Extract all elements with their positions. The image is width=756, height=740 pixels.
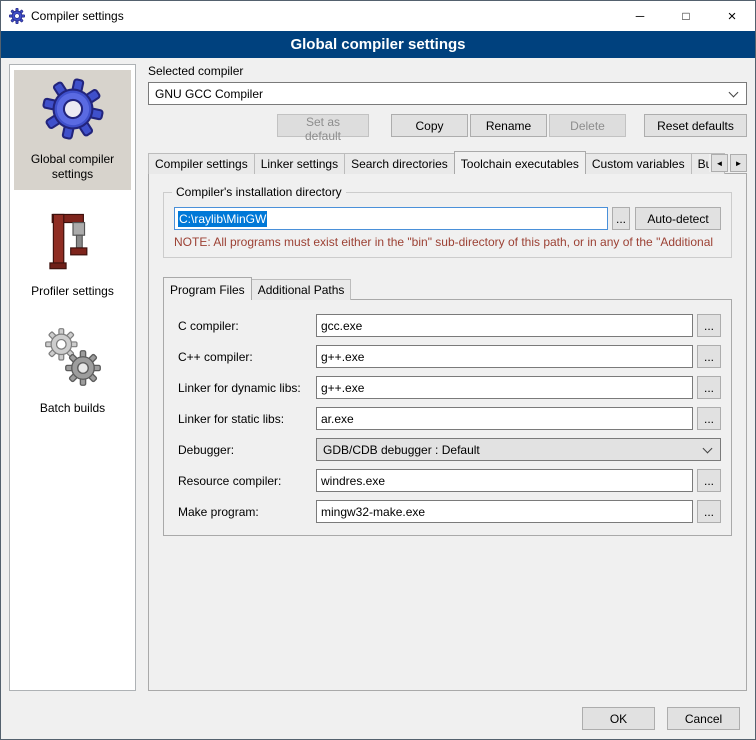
installation-directory-browse-button[interactable]: ... xyxy=(612,207,630,230)
tab-linker-settings[interactable]: Linker settings xyxy=(254,153,345,174)
program-files-panel: C compiler: ... C++ compiler: ... Linker… xyxy=(163,299,732,536)
form-row: Make program: ... xyxy=(178,500,721,523)
c-compiler-browse-button[interactable]: ... xyxy=(697,314,721,337)
auto-detect-button[interactable]: Auto-detect xyxy=(635,207,721,230)
c-compiler-label: C compiler: xyxy=(178,319,316,333)
compiler-combobox[interactable]: GNU GCC Compiler xyxy=(148,82,747,105)
sidebar-item-global-compiler-settings[interactable]: Global compiler settings xyxy=(14,70,131,190)
sidebar-item-label: Global compiler settings xyxy=(16,152,129,182)
linker-static-label: Linker for static libs: xyxy=(178,412,316,426)
blue-gear-icon xyxy=(42,76,104,142)
form-row: C compiler: ... xyxy=(178,314,721,337)
cpp-compiler-browse-button[interactable]: ... xyxy=(697,345,721,368)
resource-compiler-browse-button[interactable]: ... xyxy=(697,469,721,492)
linker-static-input[interactable] xyxy=(316,407,693,430)
gray-gears-icon xyxy=(43,325,103,391)
tab-toolchain-executables[interactable]: Toolchain executables xyxy=(454,151,586,174)
maximize-button[interactable]: □ xyxy=(663,1,709,31)
selected-compiler-label: Selected compiler xyxy=(148,64,747,78)
settings-sidebar: Global compiler settings xyxy=(9,64,136,691)
cpp-compiler-label: C++ compiler: xyxy=(178,350,316,364)
linker-dynamic-input[interactable] xyxy=(316,376,693,399)
tab-scrollers: ◄ ► xyxy=(709,154,747,172)
caption-buttons: ─ □ × xyxy=(617,1,755,31)
linker-static-browse-button[interactable]: ... xyxy=(697,407,721,430)
tab-scroll-left-icon[interactable]: ◄ xyxy=(711,154,728,172)
set-as-default-button[interactable]: Set as default xyxy=(277,114,369,137)
linker-dynamic-label: Linker for dynamic libs: xyxy=(178,381,316,395)
debugger-select[interactable]: GDB/CDB debugger : Default xyxy=(316,438,721,461)
page-title: Global compiler settings xyxy=(1,31,755,58)
resource-compiler-input[interactable] xyxy=(316,469,693,492)
reset-defaults-button[interactable]: Reset defaults xyxy=(644,114,747,137)
tab-additional-paths[interactable]: Additional Paths xyxy=(251,279,352,300)
make-program-label: Make program: xyxy=(178,505,316,519)
sidebar-item-label: Batch builds xyxy=(40,401,105,416)
installation-note: NOTE: All programs must exist either in … xyxy=(174,235,721,249)
debugger-select-value: GDB/CDB debugger : Default xyxy=(323,443,480,457)
linker-dynamic-browse-button[interactable]: ... xyxy=(697,376,721,399)
compiler-buttons-row: Set as default Copy Rename Delete Reset … xyxy=(148,114,747,137)
delete-button[interactable]: Delete xyxy=(549,114,626,137)
copy-button[interactable]: Copy xyxy=(391,114,468,137)
settings-tabstrip: Compiler settings Linker settings Search… xyxy=(148,150,747,174)
minimize-button[interactable]: ─ xyxy=(617,1,663,31)
installation-directory-group-title: Compiler's installation directory xyxy=(172,185,346,199)
tab-custom-variables[interactable]: Custom variables xyxy=(585,153,692,174)
compiler-combobox-value: GNU GCC Compiler xyxy=(155,87,263,101)
close-button[interactable]: × xyxy=(709,1,755,31)
titlebar: Compiler settings ─ □ × xyxy=(1,1,755,31)
main-panel: Selected compiler GNU GCC Compiler Set a… xyxy=(148,64,747,691)
program-files-tabstrip: Program Files Additional Paths xyxy=(163,276,732,300)
make-program-input[interactable] xyxy=(316,500,693,523)
installation-directory-input[interactable]: C:\raylib\MinGW xyxy=(174,207,608,230)
sidebar-item-batch-builds[interactable]: Batch builds xyxy=(14,319,131,424)
sidebar-item-label: Profiler settings xyxy=(31,284,114,299)
debugger-label: Debugger: xyxy=(178,443,316,457)
profiler-tool-icon xyxy=(47,208,99,274)
tab-search-directories[interactable]: Search directories xyxy=(344,153,455,174)
selected-text: C:\raylib\MinGW xyxy=(178,211,267,227)
sidebar-item-profiler-settings[interactable]: Profiler settings xyxy=(14,202,131,307)
rename-button[interactable]: Rename xyxy=(470,114,547,137)
installation-directory-row: C:\raylib\MinGW ... Auto-detect xyxy=(174,207,721,230)
window-title: Compiler settings xyxy=(31,9,124,23)
chevron-down-icon xyxy=(703,444,713,454)
app-gear-icon xyxy=(9,8,25,24)
ok-button[interactable]: OK xyxy=(582,707,655,730)
tab-program-files[interactable]: Program Files xyxy=(163,277,252,300)
compiler-settings-dialog: Compiler settings ─ □ × Global compiler … xyxy=(0,0,756,740)
make-program-browse-button[interactable]: ... xyxy=(697,500,721,523)
cancel-button[interactable]: Cancel xyxy=(667,707,740,730)
form-row: Resource compiler: ... xyxy=(178,469,721,492)
toolchain-executables-panel: Compiler's installation directory C:\ray… xyxy=(148,173,747,691)
installation-directory-group: Compiler's installation directory C:\ray… xyxy=(163,192,732,258)
form-row: Linker for dynamic libs: ... xyxy=(178,376,721,399)
tab-scroll-right-icon[interactable]: ► xyxy=(730,154,747,172)
cpp-compiler-input[interactable] xyxy=(316,345,693,368)
form-row: Debugger: GDB/CDB debugger : Default xyxy=(178,438,721,461)
resource-compiler-label: Resource compiler: xyxy=(178,474,316,488)
c-compiler-input[interactable] xyxy=(316,314,693,337)
form-row: C++ compiler: ... xyxy=(178,345,721,368)
form-row: Linker for static libs: ... xyxy=(178,407,721,430)
program-files-section: Program Files Additional Paths C compile… xyxy=(159,276,736,536)
tab-compiler-settings[interactable]: Compiler settings xyxy=(148,153,255,174)
dialog-footer: OK Cancel xyxy=(570,707,740,730)
chevron-down-icon xyxy=(729,88,739,98)
